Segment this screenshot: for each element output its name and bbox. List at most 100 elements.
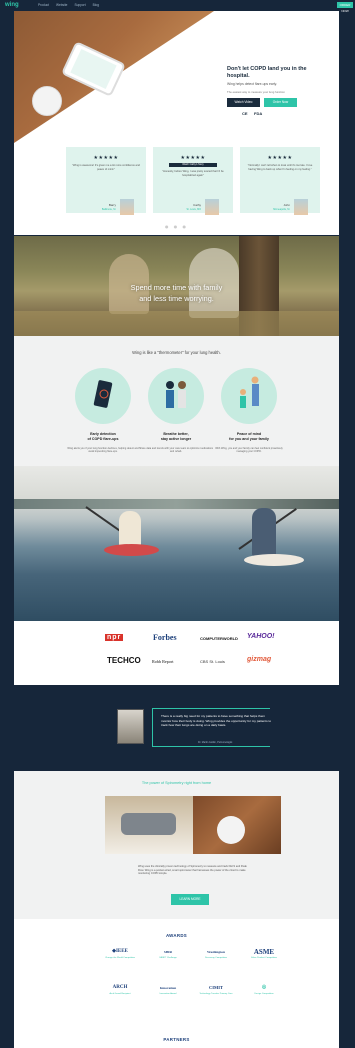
- wing-device-image: [32, 86, 62, 116]
- testimonial-place: St. Louis, MO: [186, 208, 201, 211]
- nav-item-website[interactable]: Website: [56, 3, 67, 7]
- spirometry-text: Wing uses the clinically proven technolo…: [138, 865, 247, 876]
- carousel-dots[interactable]: ● ● ●: [14, 224, 339, 229]
- washington-logo: Washington: [207, 950, 225, 954]
- design-award-logo: ◎: [261, 985, 267, 990]
- order-now-button[interactable]: Order Now: [264, 98, 297, 107]
- testimonial-card: ★★★★★ Watch Cathy's Story "Honestly, bef…: [153, 147, 233, 215]
- feature-heading: Early detection of COPD flare-ups: [63, 432, 143, 442]
- award-item: ASME Silver Product Competition: [240, 947, 288, 960]
- award-item: Innovation Innovation Award: [144, 983, 192, 996]
- watch-story-button[interactable]: Watch Cathy's Story: [169, 163, 217, 167]
- features-title: Wing is like a "thermometer" for your lu…: [132, 350, 221, 355]
- spirometry-title: The power of Spirometry right from home: [141, 781, 212, 785]
- rower: [119, 511, 141, 546]
- family-tagline-line1: Spend more time with family: [130, 283, 223, 292]
- wing-on-wood-image: [193, 796, 281, 854]
- top-navbar: wing Product Website Support Blog ORDER …: [0, 0, 355, 13]
- sbir-logo: SBIR: [163, 950, 173, 954]
- fda-mark: FDA: [254, 111, 263, 116]
- testimonial-place: Minneapolis, M.: [273, 208, 290, 211]
- award-item: Washington Discovery Competition: [192, 947, 240, 960]
- press-logos-section: npr Forbes COMPUTERWORLD YAHOO! TECHCO R…: [14, 621, 339, 685]
- feature-heading-line2: stay active longer: [160, 437, 192, 441]
- robb-report-logo: Robb Report: [152, 659, 174, 664]
- award-item: ◎ Design Competition: [240, 983, 288, 996]
- spirometry-section: The power of Spirometry right from home …: [14, 771, 339, 919]
- features-section: Wing is like a "thermometer" for your lu…: [14, 336, 339, 466]
- family-icon: [221, 368, 277, 424]
- nav-item-support[interactable]: Support: [74, 3, 85, 7]
- award-item: SBIR SBIR/T Challenge: [144, 947, 192, 960]
- ce-mark: CE: [242, 111, 248, 116]
- asme-logo: ASME: [253, 948, 275, 956]
- award-item: CIMIT Technology Transfer Primary Care: [192, 983, 240, 996]
- family-photo-banner: Spend more time with family and less tim…: [14, 236, 339, 336]
- testimonial-card: ★★★★★ "Wing is awesome! It's given me a …: [66, 147, 146, 215]
- awards-section: AWARDS ◆IEEE Change the World Competitio…: [14, 919, 339, 1033]
- partners-title: PARTNERS: [163, 1037, 190, 1042]
- kayak-photo: [14, 466, 339, 621]
- divider: [152, 746, 270, 747]
- testimonial-place: Baltimore, M.: [101, 208, 116, 211]
- testimonial-name: Cathy: [193, 203, 201, 207]
- nav-item-blog[interactable]: Blog: [93, 3, 99, 7]
- nav-item-product[interactable]: Product: [38, 3, 49, 7]
- hero-subtitle-2: The easiest way to measure your lung fun…: [227, 90, 285, 94]
- award-caption: Design Competition: [254, 993, 274, 995]
- forbes-logo: Forbes: [153, 633, 177, 642]
- shoreline: [14, 499, 339, 509]
- doctor-signature: Dr. Martin Goldin, Pulmonologist: [198, 741, 233, 744]
- doctor-quote-section: There is a really big need for my patien…: [14, 685, 339, 771]
- divider: [152, 708, 153, 746]
- gizmag-logo: gizmag: [247, 656, 272, 663]
- feature-heading-line2: of COPD flare-ups: [87, 437, 119, 441]
- ground-image: [14, 311, 339, 336]
- hero-section: Don't let COPD land you in the hospital.…: [14, 11, 339, 143]
- testimonial-quote: "Wing is awesome! It's given me a lot mo…: [72, 164, 140, 171]
- avatar: [120, 199, 134, 215]
- cbs-logo: CBS St. Louis: [200, 659, 225, 664]
- phone-icon: [75, 368, 131, 424]
- hero-title: Don't let COPD land you in the hospital.: [227, 66, 307, 79]
- learn-more-button[interactable]: LEARN MORE: [171, 894, 209, 905]
- arch-logo: ARCH: [112, 985, 128, 990]
- partners-section: PARTNERS: [14, 1033, 339, 1048]
- couple-icon: [148, 368, 204, 424]
- yahoo-logo: YAHOO!: [247, 633, 275, 640]
- feature-heading: Breathe better, stay active longer: [136, 432, 216, 442]
- watch-video-button[interactable]: Watch Video: [227, 98, 260, 107]
- family-tagline-line2: and less time worrying.: [139, 294, 214, 303]
- feature-heading: Peace of mind for you and your family: [209, 432, 289, 442]
- award-caption: Arch Grand Recipient: [109, 993, 131, 995]
- wing-logo[interactable]: wing: [5, 2, 19, 8]
- order-now-top-button[interactable]: ORDER NOW: [337, 2, 353, 13]
- star-rating: ★★★★★: [93, 155, 119, 161]
- award-caption: Silver Product Competition: [251, 957, 277, 959]
- award-caption: Discovery Competition: [205, 957, 227, 959]
- hero-subtitle: Wing helps detect flare-ups early.: [227, 82, 278, 86]
- award-item: ARCH Arch Grand Recipient: [96, 983, 144, 996]
- testimonials-section: ★★★★★ "Wing is awesome! It's given me a …: [14, 143, 339, 235]
- award-caption: SBIR/T Challenge: [159, 957, 177, 959]
- doctor-photo: [117, 709, 144, 744]
- feature-heading-line2: for you and your family: [229, 437, 269, 441]
- testimonial-quote: "Normally I can't tell when to treat unt…: [247, 164, 313, 171]
- award-caption: Innovation Award: [159, 993, 177, 995]
- feature-body: Share data and trends with your care tea…: [138, 447, 214, 454]
- techco-logo: TECHCO: [107, 656, 141, 665]
- kayak-white: [244, 554, 304, 566]
- feature-body: Wing alerts you if your lung function de…: [67, 447, 139, 454]
- star-rating: ★★★★★: [180, 155, 206, 161]
- star-rating: ★★★★★: [267, 155, 293, 161]
- innovation-logo: Innovation: [159, 986, 177, 990]
- doctor-quote-text: There is a really big need for my patien…: [161, 714, 272, 728]
- ieee-logo: ◆IEEE: [112, 949, 128, 954]
- feature-body: With Wing, you and your family can feel …: [215, 447, 283, 454]
- award-caption: Technology Transfer Primary Care: [199, 993, 233, 995]
- avatar: [294, 199, 308, 215]
- testimonial-name: Barry: [108, 203, 116, 207]
- npr-logo: npr: [105, 634, 124, 641]
- avatar: [205, 199, 219, 215]
- cimit-logo: CIMIT: [208, 985, 223, 990]
